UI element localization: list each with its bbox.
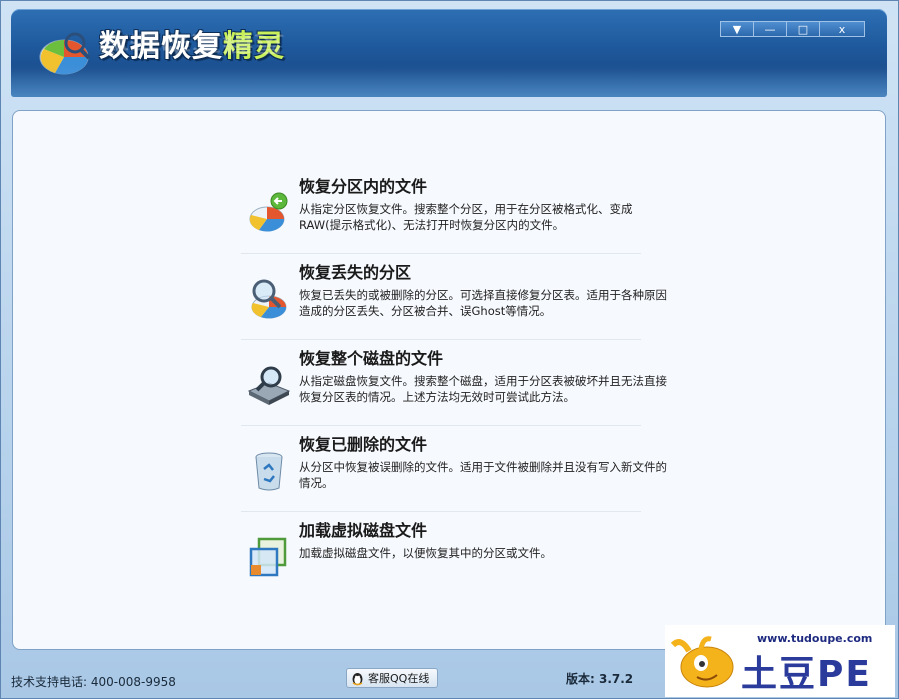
qq-online-support-button[interactable]: 客服QQ在线 xyxy=(346,668,438,688)
watermark-url: www.tudoupe.com xyxy=(757,632,873,645)
qq-button-label: 客服QQ在线 xyxy=(368,672,430,685)
app-title-reflection: 数据恢复精灵 xyxy=(99,30,285,61)
recycle-bin-icon xyxy=(255,452,283,491)
title-bar[interactable]: 数据恢复精灵 数据恢复精灵 ▼ — □ x xyxy=(11,9,887,97)
maximize-icon: □ xyxy=(797,22,809,36)
version-label: 版本: 3.7.2 xyxy=(566,672,634,686)
close-button[interactable]: x xyxy=(819,21,865,37)
option-description: 从分区中恢复被误删除的文件。适用于文件被删除并且没有写入新文件的情况。 xyxy=(299,460,667,490)
app-title-reflection-main: 数据恢复 xyxy=(99,30,223,56)
magnifier-pie-icon xyxy=(251,279,287,319)
chevron-down-icon: ▼ xyxy=(732,22,742,36)
option-description: 从指定磁盘恢复文件。搜索整个磁盘，适用于分区表被破坏并且无法直接恢复分区表的情况… xyxy=(299,374,667,404)
hard-disk-magnifier-icon xyxy=(247,366,291,405)
potato-mascot-icon xyxy=(671,636,734,688)
option-title: 加载虚拟磁盘文件 xyxy=(299,521,428,540)
watermark-logo: www.tudoupe.com 土豆PE xyxy=(665,625,895,697)
option-title: 恢复分区内的文件 xyxy=(299,177,428,196)
option-recover-lost-partition[interactable]: 恢复丢失的分区 恢复已丢失的或被删除的分区。可选择直接修复分区表。适用于各种原因… xyxy=(241,253,667,340)
option-title: 恢复丢失的分区 xyxy=(299,263,412,282)
option-recover-deleted-files[interactable]: 恢复已删除的文件 从分区中恢复被误删除的文件。适用于文件被删除并且没有写入新文件… xyxy=(241,425,667,512)
option-description: 从指定分区恢复文件。搜索整个分区，用于在分区被格式化、变成RAW(提示格式化)、… xyxy=(299,202,633,232)
option-title: 恢复已删除的文件 xyxy=(299,435,428,454)
qq-penguin-icon xyxy=(352,672,363,685)
window-controls: ▼ — □ x xyxy=(720,21,865,37)
support-phone: 技术支持电话: 400-008-9958 xyxy=(11,675,176,689)
maximize-button[interactable]: □ xyxy=(786,21,820,37)
main-panel: 恢复分区内的文件 从指定分区恢复文件。搜索整个分区，用于在分区被格式化、变成RA… xyxy=(12,110,886,650)
option-title: 恢复整个磁盘的文件 xyxy=(299,349,444,368)
minimize-icon: — xyxy=(764,22,776,36)
option-description: 加载虚拟磁盘文件，以便恢复其中的分区或文件。 xyxy=(299,546,552,560)
minimize-button[interactable]: — xyxy=(753,21,787,37)
app-title-reflection-accent: 精灵 xyxy=(223,30,285,56)
option-description: 恢复已丢失的或被删除的分区。可选择直接修复分区表。适用于各种原因造成的分区丢失、… xyxy=(299,288,667,318)
option-recover-whole-disk[interactable]: 恢复整个磁盘的文件 从指定磁盘恢复文件。搜索整个磁盘，适用于分区表被破坏并且无法… xyxy=(241,339,667,426)
app-logo-icon xyxy=(39,32,91,75)
option-load-virtual-disk[interactable]: 加载虚拟磁盘文件 加载虚拟磁盘文件，以便恢复其中的分区或文件。 xyxy=(241,511,641,597)
watermark-brand: 土豆PE xyxy=(741,654,872,695)
app-window: 数据恢复精灵 数据恢复精灵 ▼ — □ x 恢复分区内的文件 从指定分区恢复文件… xyxy=(0,0,899,699)
option-recover-partition-files[interactable]: 恢复分区内的文件 从指定分区恢复文件。搜索整个分区，用于在分区被格式化、变成RA… xyxy=(241,167,641,254)
menu-dropdown-button[interactable]: ▼ xyxy=(720,21,754,37)
pie-chart-arrow-icon xyxy=(249,192,288,232)
virtual-disk-icon xyxy=(249,537,287,577)
close-icon: x xyxy=(838,22,846,36)
